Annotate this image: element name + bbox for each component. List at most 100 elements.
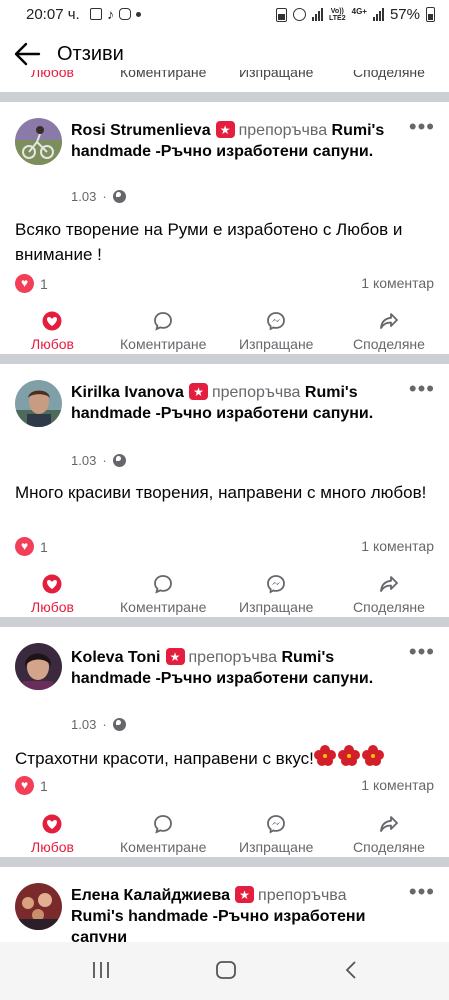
prev-love-button[interactable]: Любов <box>31 70 74 80</box>
love-label: Любов <box>31 839 74 855</box>
comment-count[interactable]: 1 коментар <box>361 538 434 554</box>
more-options-button[interactable]: ••• <box>409 114 435 140</box>
reaction-count: 1 <box>40 538 48 555</box>
share-arrow-icon <box>380 816 398 832</box>
heart-icon <box>42 574 62 594</box>
post-date[interactable]: 1.03 <box>71 189 96 204</box>
recommends-label: препоръчва <box>258 887 347 904</box>
home-button[interactable] <box>215 960 237 985</box>
author-name[interactable]: Kirilka Ivanova <box>71 384 184 401</box>
comment-bubble-icon <box>154 312 173 331</box>
volte-indicator: Vo)) LTE2 <box>329 7 346 22</box>
review-post: Koleva Toniпрепоръчва Rumi's handmade -Р… <box>0 627 449 857</box>
recommends-label: препоръчва <box>238 122 328 139</box>
arrow-left-icon <box>14 42 41 66</box>
love-reaction-icon <box>15 537 34 556</box>
system-back-button[interactable] <box>343 960 359 985</box>
author-name[interactable]: Елена Калайджиева <box>71 887 230 904</box>
post-date[interactable]: 1.03 <box>71 453 96 468</box>
post-meta: 1.03 · <box>71 453 126 468</box>
system-navigation-bar <box>0 942 449 1000</box>
post-date[interactable]: 1.03 <box>71 717 96 732</box>
back-button[interactable] <box>12 40 42 68</box>
home-icon <box>216 961 236 979</box>
love-reaction-icon <box>15 274 34 293</box>
previous-post-actions: Любов Коментиране Изпращане Споделяне <box>0 70 449 84</box>
notification-icons: ♪ <box>90 6 141 22</box>
review-post: Елена Калайджиева препоръчва Rumi's handm… <box>0 867 449 942</box>
share-button[interactable]: Споделяне <box>353 573 425 615</box>
network-type-indicator: 4G+ <box>351 7 367 16</box>
page-name[interactable]: Rumi's handmade -Ръчно изработени сапуни <box>71 908 365 942</box>
wifi-signal-icon <box>312 8 324 21</box>
recommend-badge-icon <box>188 382 208 403</box>
messenger-icon <box>267 815 286 834</box>
recommend-badge-icon <box>165 647 185 668</box>
post-divider <box>0 92 449 102</box>
send-button[interactable]: Изпращане <box>239 813 313 855</box>
love-button[interactable]: Любов <box>31 573 74 615</box>
comment-bubble-icon <box>154 815 173 834</box>
recent-apps-button[interactable] <box>91 960 111 985</box>
recommends-label: препоръчва <box>211 384 301 401</box>
share-arrow-icon <box>380 313 398 329</box>
chevron-left-icon <box>345 961 356 979</box>
prev-comment-button[interactable]: Коментиране <box>120 70 206 80</box>
post-header: Rosi Strumenlievaпрепоръчва Rumi's handm… <box>71 120 399 162</box>
share-button[interactable]: Споделяне <box>353 813 425 855</box>
post-meta: 1.03 · <box>71 717 126 732</box>
heart-icon <box>42 311 62 331</box>
globe-icon <box>112 454 126 467</box>
review-post: Rosi Strumenlievaпрепоръчва Rumi's handm… <box>0 102 449 354</box>
post-text-content: Страхотни красоти, направени с вкус! <box>15 749 314 768</box>
comment-label: Коментиране <box>120 336 207 352</box>
prev-share-button[interactable]: Споделяне <box>353 70 425 80</box>
avatar[interactable] <box>15 643 62 690</box>
post-header: Kirilka Ivanovaпрепоръчва Rumi's handmad… <box>71 382 399 424</box>
send-label: Изпращане <box>239 599 314 615</box>
comment-button[interactable]: Коментиране <box>120 310 206 352</box>
avatar[interactable] <box>15 883 62 930</box>
alarm-icon <box>293 8 307 21</box>
author-name[interactable]: Rosi Strumenlieva <box>71 122 211 139</box>
more-options-button[interactable]: ••• <box>409 376 435 402</box>
post-actions: Любов Коментиране Изпращане Споделяне <box>0 813 449 863</box>
cell-signal-icon <box>372 8 384 21</box>
love-label: Любов <box>31 599 74 615</box>
avatar[interactable] <box>15 118 62 165</box>
post-header: Елена Калайджиева препоръчва Rumi's handm… <box>71 885 399 942</box>
status-time: 20:07 ч. <box>26 6 80 23</box>
hibiscus-emoji-icon <box>313 745 384 766</box>
comment-count[interactable]: 1 коментар <box>361 275 434 291</box>
send-label: Изпращане <box>239 336 314 352</box>
reaction-summary[interactable]: 1 <box>15 274 48 293</box>
send-button[interactable]: Изпращане <box>239 573 313 615</box>
messenger-icon <box>267 575 286 594</box>
love-button[interactable]: Любов <box>31 310 74 352</box>
reaction-summary[interactable]: 1 <box>15 537 48 556</box>
more-notifications-icon <box>136 11 141 17</box>
avatar[interactable] <box>15 380 62 427</box>
post-meta: 1.03 · <box>71 189 126 204</box>
share-button[interactable]: Споделяне <box>353 310 425 352</box>
comment-button[interactable]: Коментиране <box>120 573 206 615</box>
prev-send-button[interactable]: Изпращане <box>239 70 313 80</box>
recent-apps-icon <box>93 962 109 978</box>
love-button[interactable]: Любов <box>31 813 74 855</box>
post-divider <box>0 354 449 364</box>
author-name[interactable]: Koleva Toni <box>71 649 161 666</box>
more-options-button[interactable]: ••• <box>409 639 435 665</box>
more-options-button[interactable]: ••• <box>409 879 435 905</box>
page-title: Отзиви <box>57 43 124 65</box>
review-post: Kirilka Ivanovaпрепоръчва Rumi's handmad… <box>0 364 449 616</box>
reaction-summary[interactable]: 1 <box>15 776 48 795</box>
post-actions: Любов Коментиране Изпращане Споделяне <box>0 573 449 623</box>
post-actions: Любов Коментиране Изпращане Споделяне <box>0 310 449 360</box>
post-text: Всяко творение на Руми е изработено с Лю… <box>15 220 403 264</box>
comment-button[interactable]: Коментиране <box>120 813 206 855</box>
reaction-count: 1 <box>40 777 48 794</box>
globe-icon <box>112 190 126 203</box>
send-button[interactable]: Изпращане <box>239 310 313 352</box>
comment-count[interactable]: 1 коментар <box>361 777 434 793</box>
post-text: Много красиви творения, направени с мног… <box>15 483 427 502</box>
